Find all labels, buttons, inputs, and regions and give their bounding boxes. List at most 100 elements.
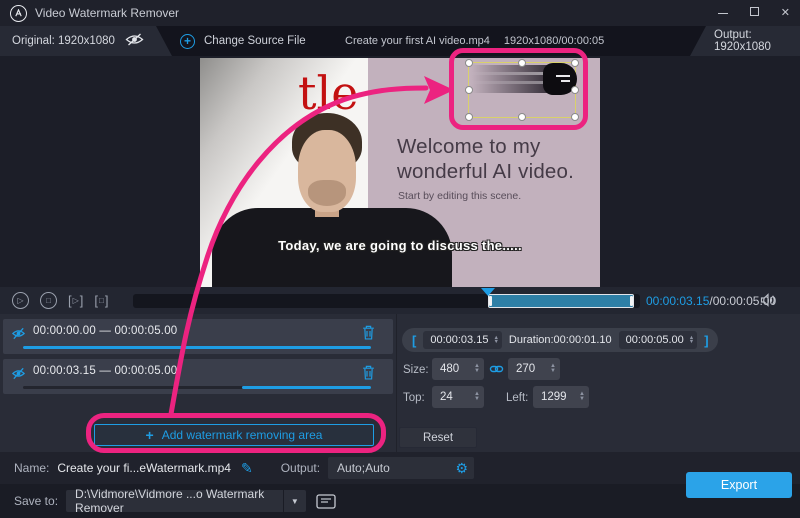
output-label: Output: [281,461,320,475]
video-heading-line2: wonderful AI video. [397,159,592,184]
selection-handle-se[interactable] [571,113,579,121]
duration-label: Duration:00:00:01.10 [509,334,612,346]
save-to-label: Save to: [14,494,58,508]
video-caption: Today, we are going to discuss the..... [200,238,600,253]
selection-handle-w[interactable] [465,86,473,94]
video-heading-line1: Welcome to my [397,134,592,159]
watermark-selection-box[interactable] [468,62,576,118]
delete-segment-icon[interactable] [362,325,375,345]
eye-off-icon[interactable] [125,33,144,49]
start-time-field[interactable]: 00:00:03.15 ▲▼ [423,331,502,349]
segment-progress-track [23,346,371,349]
play-segment-icon: ▷ [73,296,79,305]
app-window: Video Watermark Remover ✕ Original: 1920… [0,0,800,518]
preview-stage: tle Welcome to my wonderful AI video. St… [0,56,800,287]
watermark-segment-row[interactable]: 00:00:00.00 — 00:00:05.00 [3,319,393,354]
left-position-field[interactable]: 1299 ▲▼ [533,386,589,408]
partial-title-text: tle [298,66,358,120]
left-label: Left: [506,392,528,404]
size-label: Size: [403,364,429,376]
end-time-field[interactable]: 00:00:05.00 ▲▼ [619,331,698,349]
change-source-file-button[interactable]: + Change Source File [180,26,306,56]
stop-segment-icon: □ [99,296,104,305]
output-resolution-label: Output: 1920x1080 [714,29,790,53]
save-row: Save to: D:\Vidmore\Vidmore ...o Waterma… [0,484,800,518]
selection-handle-n[interactable] [518,59,526,67]
browse-folder-icon[interactable] [316,494,336,509]
plus-circle-icon: + [180,34,195,49]
selection-handle-s[interactable] [518,113,526,121]
maximize-button[interactable] [750,7,759,19]
app-logo-icon [10,5,27,22]
save-path-dropdown[interactable]: D:\Vidmore\Vidmore ...o Watermark Remove… [66,490,306,512]
volume-icon[interactable] [760,293,776,312]
name-row: Name: Create your fi...eWatermark.mp4 ✎ … [0,452,800,484]
file-meta: 1920x1080/00:00:05 [504,35,604,47]
timeline-selection[interactable] [488,294,634,308]
add-watermark-area-label: Add watermark removing area [162,428,323,442]
file-info: Create your first AI video.mp4 1920x1080… [345,26,604,56]
original-resolution-label: Original: 1920x1080 [12,35,115,47]
dropdown-arrow-icon[interactable]: ▼ [284,497,306,506]
stop-icon: □ [46,296,51,305]
stop-segment-button[interactable]: [□] [94,293,108,308]
output-format-value: Auto;Auto [337,461,390,475]
watermark-segment-row[interactable]: 00:00:03.15 — 00:00:05.00 [3,359,393,394]
footer: Name: Create your fi...eWatermark.mp4 ✎ … [0,452,800,518]
size-width-field[interactable]: 480 ▲▼ [432,358,484,380]
timeline-track[interactable] [133,294,640,308]
segment-progress-fill [242,386,371,389]
reset-button[interactable]: Reset [399,427,477,448]
video-heading: Welcome to my wonderful AI video. [397,134,592,184]
title-bar: Video Watermark Remover ✕ [0,0,800,26]
selection-handle-e[interactable] [571,86,579,94]
size-height-field[interactable]: 270 ▲▼ [508,358,560,380]
selection-handle-sw[interactable] [465,113,473,121]
left-position-spinner[interactable]: ▲▼ [579,392,585,402]
start-time-spinner[interactable]: ▲▼ [493,336,498,345]
segment-progress-track [23,386,371,389]
original-resolution-tab: Original: 1920x1080 [0,26,172,56]
minimize-button[interactable] [718,8,728,19]
change-source-file-label: Change Source File [204,35,306,47]
link-dimensions-icon[interactable] [489,362,504,380]
close-button[interactable]: ✕ [781,8,790,19]
plus-icon: + [146,428,154,442]
size-height-spinner[interactable]: ▲▼ [550,364,556,374]
selection-handle-ne[interactable] [571,59,579,67]
segment-eye-off-icon[interactable] [11,367,26,385]
top-position-spinner[interactable]: ▲▼ [474,392,480,402]
rename-icon[interactable]: ✎ [241,460,253,477]
trim-row: [ 00:00:03.15 ▲▼ Duration:00:00:01.10 00… [402,328,718,352]
save-path-value: D:\Vidmore\Vidmore ...o Watermark Remove… [75,487,283,515]
selection-handle-nw[interactable] [465,59,473,67]
segment-progress-fill [23,346,371,349]
play-segment-button[interactable]: [▷] [68,293,83,308]
set-end-bracket-button[interactable]: ] [704,333,708,348]
stop-button[interactable]: □ [40,292,57,309]
play-button[interactable]: ▷ [12,292,29,309]
output-format-field[interactable]: Auto;Auto ⚙ [328,457,474,479]
output-resolution-tab: Output: 1920x1080 [690,26,800,56]
delete-segment-icon[interactable] [362,365,375,385]
video-subheading: Start by editing this scene. [398,190,521,202]
size-width-spinner[interactable]: ▲▼ [474,364,480,374]
top-toolbar: Original: 1920x1080 + Change Source File… [0,26,800,56]
playback-bar: ▷ □ [▷] [□] 00:00:03.15 / 00:00:05.00 [0,287,800,314]
name-label: Name: [14,461,49,475]
play-icon: ▷ [17,296,23,305]
output-settings-gear-icon[interactable]: ⚙ [455,460,468,477]
current-time: 00:00:03.15 [646,294,709,308]
playhead-marker[interactable] [481,288,495,296]
add-watermark-area-button[interactable]: + Add watermark removing area [94,424,374,446]
window-title: Video Watermark Remover [35,6,179,20]
segment-eye-off-icon[interactable] [11,327,26,345]
watermark-blur-streak [471,65,547,93]
set-start-bracket-button[interactable]: [ [412,333,416,348]
segment-time-range: 00:00:03.15 — 00:00:05.00 [33,365,177,377]
export-button[interactable]: Export [686,472,792,498]
end-time-spinner[interactable]: ▲▼ [689,336,694,345]
top-label: Top: [403,392,425,404]
top-position-field[interactable]: 24 ▲▼ [432,386,484,408]
video-preview[interactable]: tle Welcome to my wonderful AI video. St… [200,58,600,287]
